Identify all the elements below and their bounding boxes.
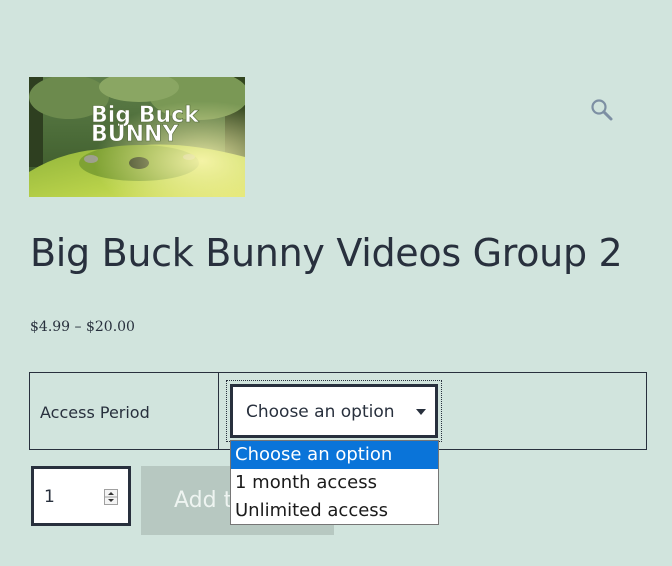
select-current-value: Choose an option	[246, 402, 395, 422]
thumbnail-image: Big Buck BUNNY	[29, 77, 245, 197]
access-period-select-focus-ring: Choose an option	[226, 380, 442, 442]
search-icon[interactable]	[590, 98, 614, 122]
chevron-down-icon	[416, 409, 426, 415]
product-title: Big Buck Bunny Videos Group 2	[30, 231, 623, 275]
access-period-label: Access Period	[40, 403, 150, 422]
access-period-dropdown-list: Choose an option 1 month access Unlimite…	[230, 440, 439, 525]
quantity-value: 1	[44, 487, 55, 507]
product-price: $4.99 – $20.00	[30, 319, 135, 335]
table-divider	[218, 373, 219, 449]
product-thumbnail[interactable]: Big Buck BUNNY	[29, 77, 245, 197]
spinner-arrows-icon[interactable]	[104, 489, 118, 505]
access-period-select[interactable]: Choose an option	[230, 384, 438, 438]
dropdown-option-unlimited[interactable]: Unlimited access	[231, 497, 438, 525]
variations-table: Access Period Choose an option	[29, 372, 647, 450]
dropdown-option-choose[interactable]: Choose an option	[231, 441, 438, 469]
dropdown-option-1-month[interactable]: 1 month access	[231, 469, 438, 497]
thumbnail-title-line2: BUNNY	[91, 122, 179, 147]
quantity-stepper[interactable]: 1	[31, 466, 131, 526]
